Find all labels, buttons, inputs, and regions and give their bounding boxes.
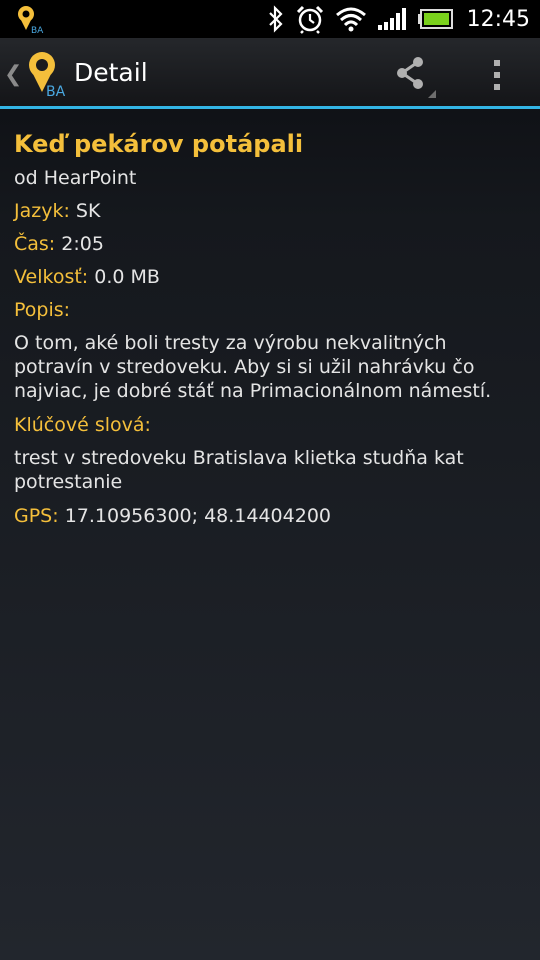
- bluetooth-icon: [267, 5, 285, 33]
- app-logo-icon[interactable]: BA: [24, 50, 70, 100]
- gps-row: GPS: 17.10956300; 48.14404200: [14, 500, 529, 533]
- time-label: Čas:: [14, 233, 56, 255]
- clock: 12:45: [466, 6, 530, 32]
- size-label: Velkosť:: [14, 266, 89, 288]
- language-label: Jazyk:: [14, 200, 70, 222]
- description-label: Popis:: [14, 299, 71, 321]
- action-bar-divider: [0, 106, 540, 109]
- app-notification-icon: BA: [14, 4, 44, 36]
- wifi-icon: [335, 6, 367, 32]
- recording-title: Keď pekárov potápali: [14, 130, 304, 158]
- size-value: 0.0 MB: [94, 266, 160, 288]
- status-bar: BA 12:45: [0, 0, 540, 38]
- time-row: Čas: 2:05: [14, 228, 529, 261]
- language-value: SK: [75, 200, 101, 222]
- language-row: Jazyk: SK: [14, 195, 529, 228]
- signal-icon: [377, 7, 407, 31]
- battery-icon: [417, 9, 453, 29]
- action-bar: ❮ BA Detail: [0, 38, 540, 106]
- author-text: od HearPoint: [14, 167, 137, 189]
- gps-value: 17.10956300; 48.14404200: [64, 505, 331, 527]
- up-chevron-icon[interactable]: ❮: [4, 62, 22, 87]
- size-row: Velkosť: 0.0 MB: [14, 261, 529, 294]
- svg-text:BA: BA: [46, 84, 66, 98]
- share-icon[interactable]: [388, 50, 442, 100]
- description-text: O tom, aké boli tresty za výrobu nekvali…: [14, 332, 492, 402]
- gps-label: GPS:: [14, 505, 59, 527]
- detail-content: Keď pekárov potápali od HearPoint Jazyk:…: [14, 126, 529, 533]
- alarm-icon: [295, 4, 325, 34]
- time-value: 2:05: [61, 233, 104, 255]
- keywords-label: Klúčové slová:: [14, 414, 151, 436]
- overflow-menu-icon[interactable]: [480, 50, 516, 100]
- svg-text:BA: BA: [31, 26, 44, 34]
- page-title: Detail: [74, 58, 148, 87]
- keywords-text: trest v stredoveku Bratislava klietka st…: [14, 447, 464, 493]
